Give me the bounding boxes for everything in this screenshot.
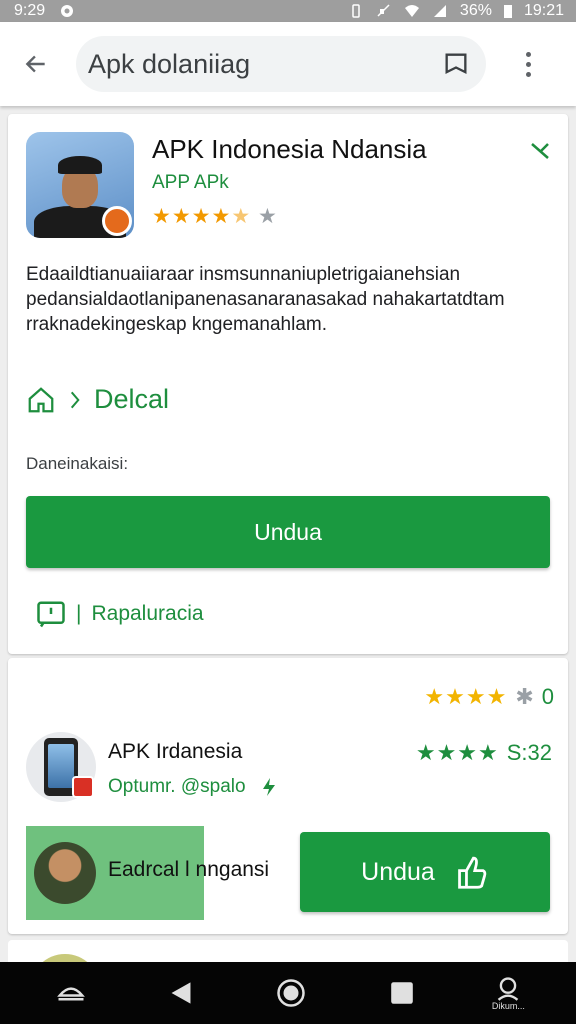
app-title: APK Indonesia Ndansia [152, 134, 427, 164]
battery-icon [503, 5, 512, 18]
related-rating-row: ★★★★ S:32 [416, 740, 552, 766]
app-description: Edaaildtianuaiiaraar insmsunnaniupletrig… [26, 264, 505, 335]
report-label: Rapaluracia [91, 602, 204, 625]
report-link[interactable]: | Rapaluracia [36, 600, 204, 628]
detail-label: Delcal [94, 384, 170, 414]
related-rating-stars: ★★★★ [415, 740, 499, 765]
vibrate-icon [352, 4, 360, 18]
top-rating-value: 0 [541, 684, 554, 709]
app-icon[interactable] [26, 132, 134, 238]
chevron-right-icon [70, 391, 80, 408]
top-toolbar: Apk dolaniiag [0, 22, 576, 106]
related-app-subtitle-row: Optumr. @spalo [108, 776, 278, 798]
battery-percent: 36% [459, 2, 492, 19]
app-rating-stars: ★★★★★ ★ [152, 205, 278, 228]
section-label: Daneinakaisi: [26, 454, 129, 473]
triangle-back-icon [171, 982, 191, 1004]
dot-icon [525, 61, 531, 67]
dot-icon [525, 51, 531, 57]
detail-row[interactable]: Delcal [26, 384, 169, 415]
promo-avatar [34, 842, 96, 904]
wifi-icon [404, 5, 419, 17]
half-star-icon: ✱ [515, 684, 534, 709]
related-app-title[interactable]: APK Irdanesia [108, 740, 242, 764]
promo-text: Eadrcal l nngansi [108, 858, 270, 881]
home-circle-icon [277, 979, 306, 1007]
square-recents-icon [390, 982, 413, 1004]
home-icon [28, 386, 54, 412]
notification-icon [61, 5, 74, 17]
search-field[interactable]: Apk dolaniiag [76, 36, 486, 92]
signal-icon [433, 5, 446, 17]
divider-bar: | [76, 602, 82, 625]
report-icon [37, 601, 65, 628]
extra-nav-button[interactable]: Dikum... [492, 975, 525, 1011]
related-app-card: ★★★★ ✱ 0 APK Irdanesia Optumr. @spalo ★★… [8, 658, 568, 934]
person-icon [498, 977, 519, 1001]
search-text: Apk dolaniiag [88, 48, 251, 79]
related-install-label: Undua [361, 857, 435, 886]
lightning-icon [262, 778, 275, 796]
share-icon[interactable] [528, 138, 552, 162]
home-nav-button[interactable] [271, 973, 311, 1013]
top-rating-row: ★★★★ ✱ 0 [424, 684, 554, 710]
app-badge-icon [102, 206, 132, 236]
mute-icon [377, 4, 390, 17]
related-install-button[interactable]: Undua [300, 832, 550, 912]
youtube-badge-icon [72, 776, 94, 798]
back-nav-button[interactable] [161, 973, 201, 1013]
assistant-icon [57, 987, 85, 1001]
related-app-subtitle: Optumr. @spalo [108, 776, 246, 797]
extra-nav-label: Dikum... [491, 1001, 525, 1011]
status-time-right: 19:21 [523, 2, 564, 19]
back-button[interactable] [16, 44, 56, 84]
back-arrow-icon [25, 55, 45, 73]
related-rating-value: S:32 [506, 740, 552, 765]
recents-nav-button[interactable] [382, 973, 422, 1013]
overflow-menu-button[interactable] [516, 44, 540, 84]
app-detail-card: APK Indonesia Ndansia APP APk ★★★★★ ★ Ed… [8, 114, 568, 654]
related-app-icon[interactable] [26, 732, 96, 802]
status-time-left: 9:29 [14, 2, 46, 19]
system-nav-bar: Dikum... [0, 962, 576, 1024]
install-button[interactable]: Undua [26, 496, 550, 568]
top-rating-stars: ★★★★ [424, 684, 508, 709]
thumbs-up-icon [457, 856, 487, 889]
app-subtitle[interactable]: APP APk [152, 172, 229, 194]
status-bar: 9:29 36% 19:21 [0, 0, 576, 22]
bookmark-icon[interactable] [442, 50, 470, 78]
assistant-button[interactable] [51, 973, 91, 1013]
dot-icon [525, 71, 531, 77]
app-icon-cap [58, 156, 102, 174]
